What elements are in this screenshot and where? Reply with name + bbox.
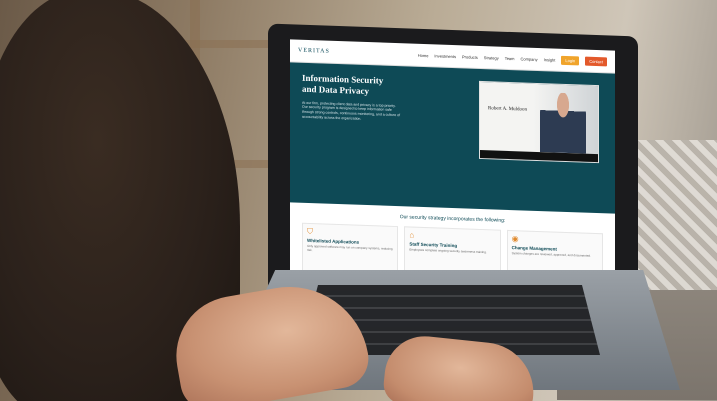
- cap-icon: ⌂: [409, 230, 415, 240]
- hero-text: At our firm, protecting client data and …: [302, 100, 401, 122]
- nav-item[interactable]: Company: [520, 56, 537, 62]
- video-speaker: [540, 92, 586, 154]
- video-player[interactable]: Robert A. Muldoon: [479, 80, 599, 164]
- feature-card: ⛉ Whitelisted Applications Only approved…: [302, 222, 399, 277]
- hero-title: Information Security and Data Privacy: [302, 72, 384, 96]
- nav-item[interactable]: Strategy: [484, 55, 499, 61]
- eye-icon: ◉: [511, 234, 519, 244]
- card-text: Only approved software may run on compan…: [307, 243, 393, 253]
- shield-icon: ⛉: [307, 226, 313, 237]
- site-logo[interactable]: VERITAS: [298, 48, 330, 55]
- nav-item[interactable]: Investments: [434, 53, 456, 59]
- site-nav: Home Investments Products Strategy Team …: [418, 52, 556, 62]
- hero-section: Information Security and Data Privacy At…: [290, 62, 615, 214]
- nav-item[interactable]: Team: [505, 55, 515, 60]
- photo-scene: VERITAS Home Investments Products Strate…: [0, 0, 717, 401]
- nav-item[interactable]: Home: [418, 52, 429, 57]
- nav-item[interactable]: Insight: [544, 57, 556, 62]
- nav-item[interactable]: Products: [462, 54, 478, 60]
- login-button[interactable]: Login: [561, 55, 580, 65]
- video-speaker-name: Robert A. Muldoon: [488, 106, 528, 113]
- card-text: System changes are reviewed, approved, a…: [511, 251, 591, 258]
- laptop-screen: VERITAS Home Investments Products Strate…: [290, 39, 615, 283]
- contact-button[interactable]: Contact: [585, 56, 607, 66]
- card-text: Employees complete ongoing security awar…: [409, 247, 487, 255]
